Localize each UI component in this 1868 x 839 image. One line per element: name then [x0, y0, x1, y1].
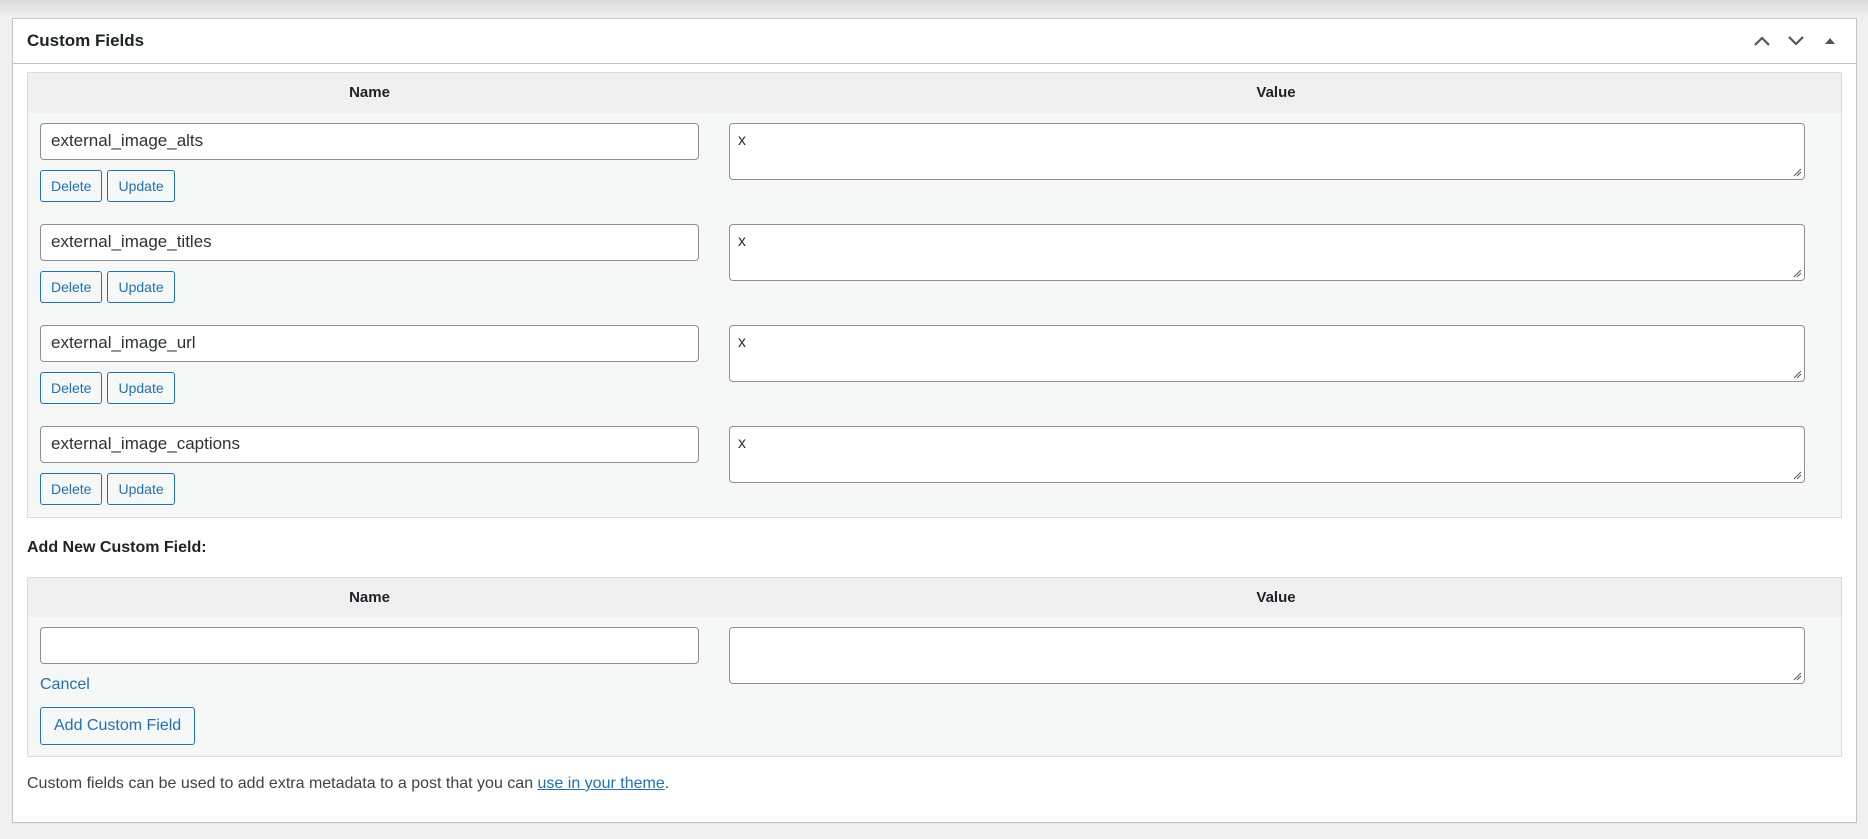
table-row: external_image_url Delete Update x — [28, 315, 1842, 416]
name-column-header: Name — [27, 72, 711, 113]
field-value-text: x — [738, 131, 746, 149]
use-in-theme-link[interactable]: use in your theme — [538, 775, 665, 792]
custom-fields-panel: Custom Fields Name Value external_image_… — [12, 18, 1857, 823]
new-field-value-textarea[interactable] — [729, 627, 1805, 684]
move-down-icon[interactable] — [1785, 30, 1807, 52]
resize-handle-icon[interactable] — [1792, 369, 1802, 379]
field-key-input[interactable]: external_image_captions — [40, 425, 699, 463]
panel-controls — [1751, 30, 1841, 52]
delete-button[interactable]: Delete — [40, 371, 103, 404]
delete-button[interactable]: Delete — [40, 169, 103, 202]
resize-handle-icon[interactable] — [1792, 671, 1802, 681]
new-field-row: Cancel Add Custom Field — [28, 617, 1842, 757]
resize-handle-icon[interactable] — [1792, 470, 1802, 480]
panel-header: Custom Fields — [13, 19, 1856, 64]
update-button[interactable]: Update — [107, 169, 175, 202]
field-key-input[interactable]: external_image_titles — [40, 223, 699, 261]
toggle-panel-icon[interactable] — [1819, 30, 1841, 52]
field-key-input[interactable]: external_image_alts — [40, 122, 699, 160]
help-text: Custom fields can be used to add extra m… — [27, 775, 1842, 793]
table-row: external_image_captions Delete Update x — [28, 416, 1842, 518]
new-value-column-header: Value — [711, 577, 1842, 617]
field-value-textarea[interactable]: x — [729, 324, 1805, 382]
panel-title: Custom Fields — [27, 31, 145, 50]
delete-button[interactable]: Delete — [40, 270, 103, 303]
table-row: external_image_titles Delete Update x — [28, 214, 1842, 315]
field-value-text: x — [738, 333, 746, 351]
add-custom-field-button[interactable]: Add Custom Field — [40, 707, 196, 745]
delete-button[interactable]: Delete — [40, 472, 103, 505]
new-name-column-header: Name — [27, 577, 711, 617]
update-button[interactable]: Update — [107, 371, 175, 404]
value-column-header: Value — [711, 72, 1842, 113]
field-value-textarea[interactable]: x — [729, 122, 1805, 180]
field-value-textarea[interactable]: x — [729, 425, 1805, 483]
update-button[interactable]: Update — [107, 472, 175, 505]
field-value-textarea[interactable]: x — [729, 223, 1805, 281]
new-field-table: Name Value Cancel Add Custom Field — [27, 576, 1842, 757]
table-row: external_image_alts Delete Update x — [28, 113, 1842, 214]
help-text-before: Custom fields can be used to add extra m… — [27, 775, 538, 792]
page-top-shadow — [0, 0, 1868, 18]
update-button[interactable]: Update — [107, 270, 175, 303]
add-new-field-heading: Add New Custom Field: — [27, 538, 207, 556]
field-value-text: x — [738, 232, 746, 250]
panel-body: Name Value external_image_alts Delete Up… — [13, 64, 1856, 793]
field-key-input[interactable]: external_image_url — [40, 324, 699, 362]
move-up-icon[interactable] — [1751, 30, 1773, 52]
field-value-text: x — [738, 434, 746, 452]
existing-fields-table: Name Value external_image_alts Delete Up… — [27, 72, 1842, 518]
new-field-name-input[interactable] — [40, 627, 699, 664]
resize-handle-icon[interactable] — [1792, 167, 1802, 177]
resize-handle-icon[interactable] — [1792, 268, 1802, 278]
help-text-after: . — [664, 775, 670, 792]
cancel-link[interactable]: Cancel — [40, 676, 699, 694]
